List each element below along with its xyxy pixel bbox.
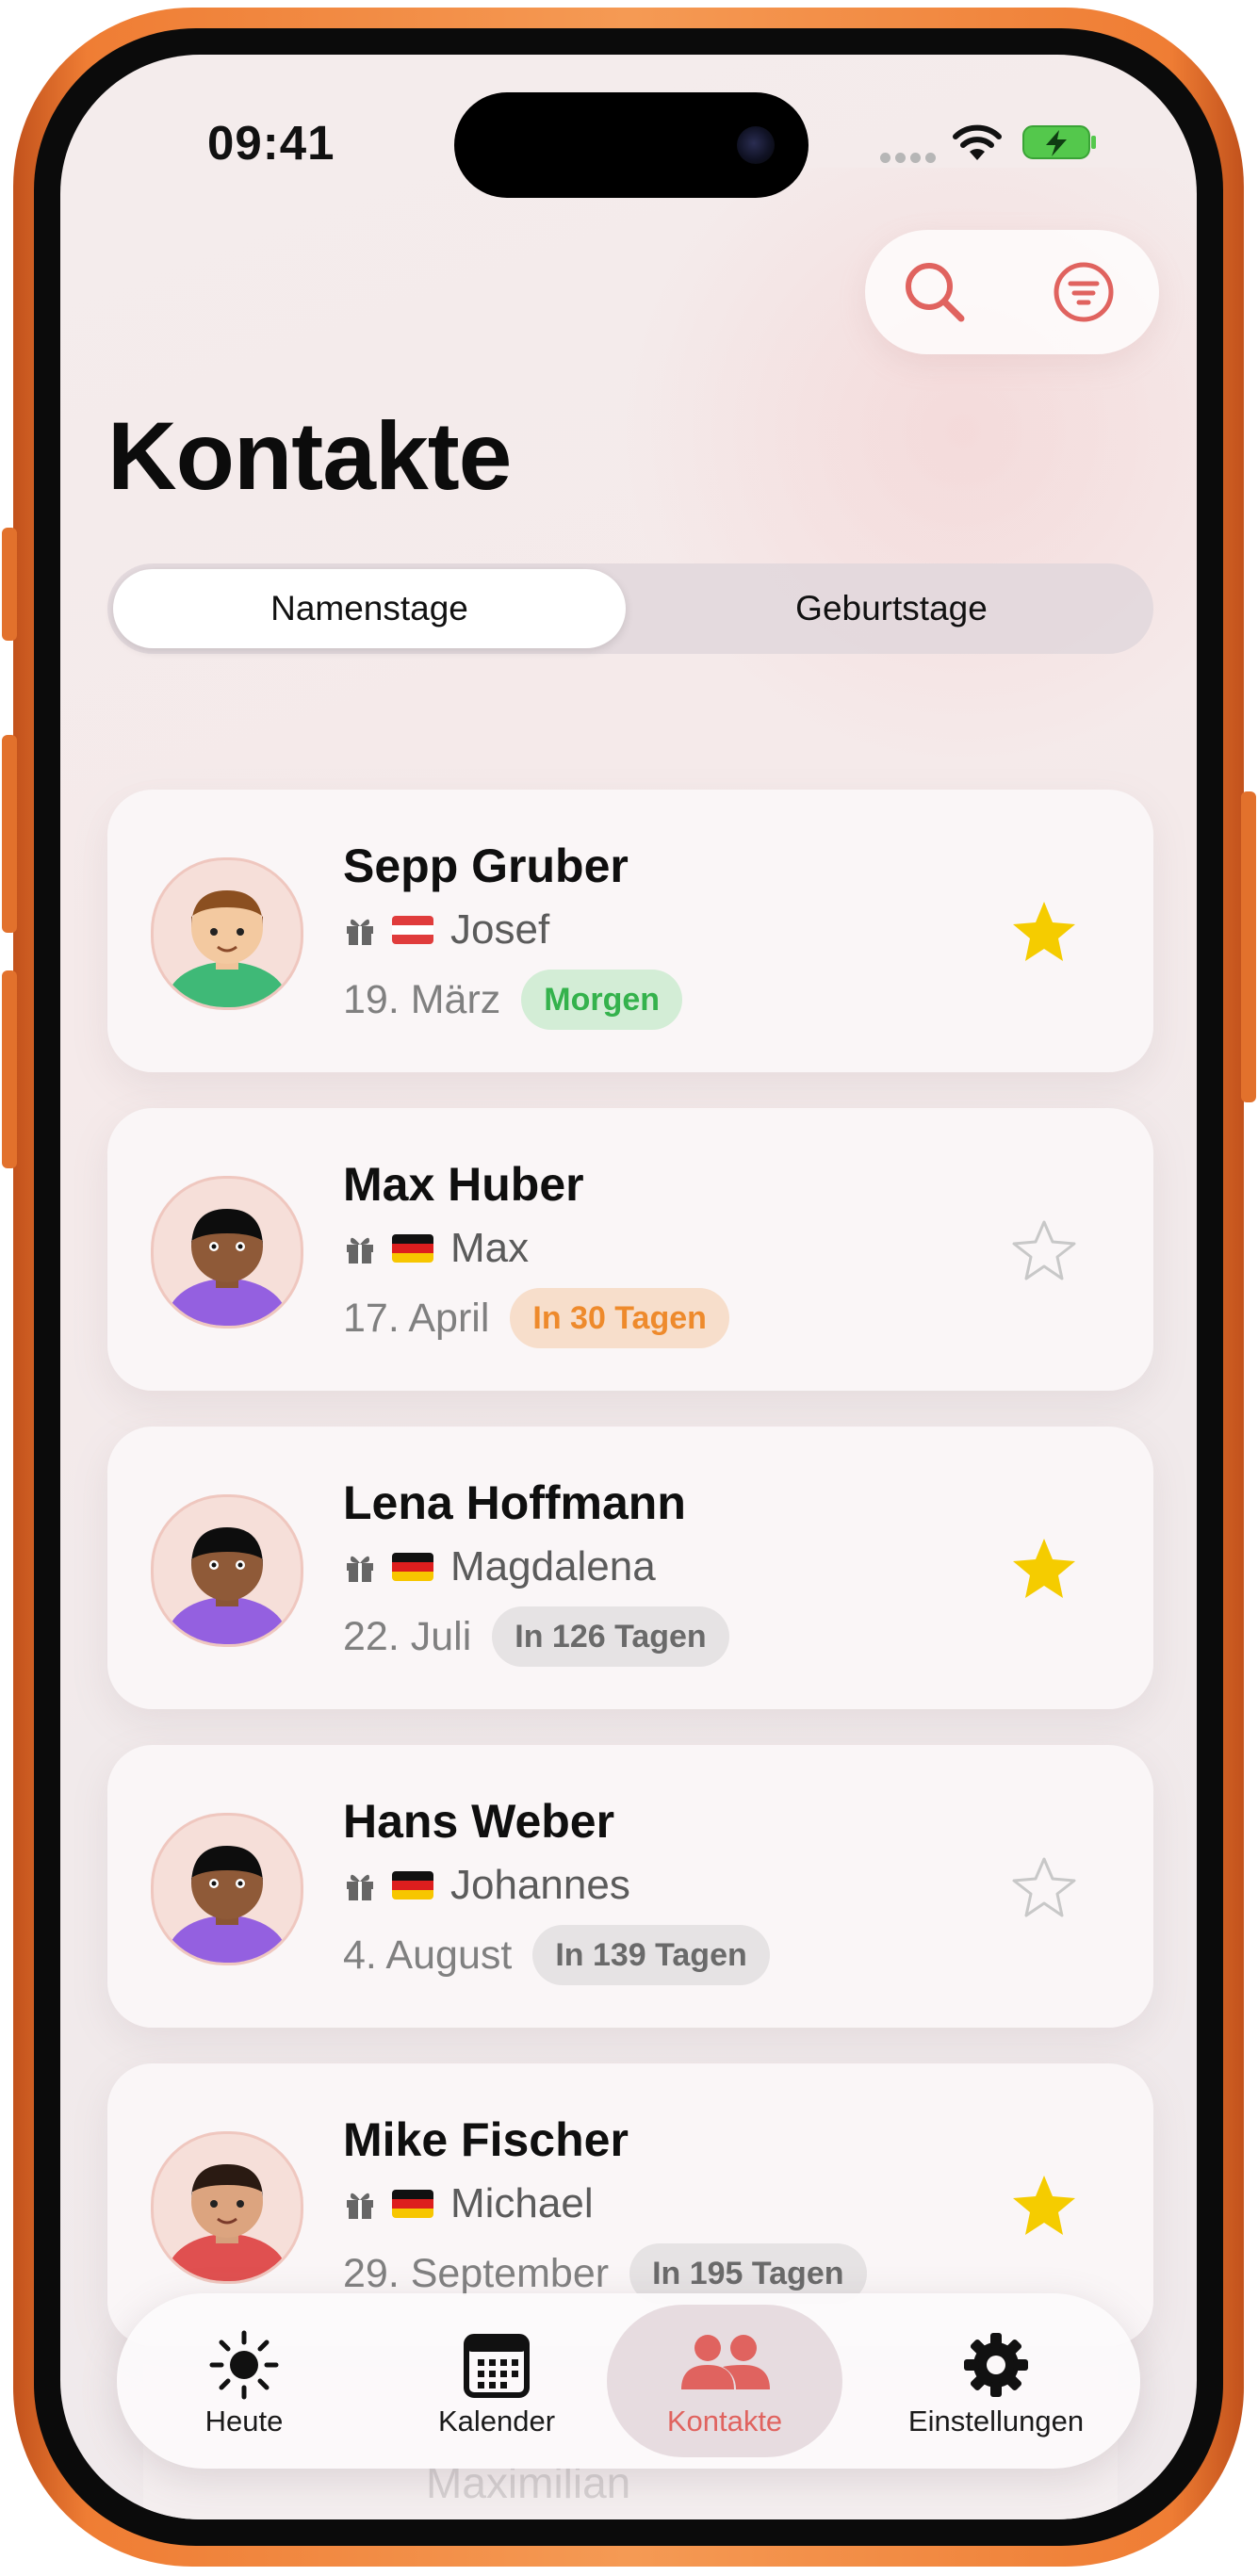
- contact-card[interactable]: Max Huber Max 17. April In 30 Tagen: [107, 1108, 1153, 1391]
- nameday-name: Johannes: [450, 1862, 630, 1908]
- calendar-icon: [464, 2334, 530, 2398]
- status-badge: In 30 Tagen: [510, 1288, 729, 1348]
- nameday-name: Max: [450, 1225, 530, 1271]
- volume-down-button: [2, 970, 17, 1168]
- contact-date: 19. März: [343, 976, 501, 1022]
- avatar: [151, 857, 303, 1010]
- tab-kontakte[interactable]: Kontakte: [607, 2305, 842, 2457]
- search-icon[interactable]: [897, 254, 972, 330]
- camera-icon: [737, 126, 775, 164]
- page-title: Kontakte: [107, 402, 512, 510]
- filter-icon[interactable]: [1046, 254, 1121, 330]
- contacts-icon: [681, 2335, 770, 2389]
- gear-icon: [964, 2333, 1028, 2397]
- segment-geburtstage[interactable]: Geburtstage: [635, 569, 1148, 648]
- status-time: 09:41: [207, 116, 335, 170]
- screen: 09:41 Kontakte Namenstage Geburtstage Ma…: [60, 55, 1197, 2519]
- action-button: [2, 528, 17, 641]
- contact-date: 29. September: [343, 2250, 610, 2296]
- volume-up-button: [2, 735, 17, 933]
- contact-name: Hans Weber: [343, 1795, 615, 1848]
- contact-card[interactable]: Sepp Gruber Josef 19. März Morgen: [107, 790, 1153, 1072]
- contact-date: 17. April: [343, 1295, 490, 1341]
- status-badge: In 139 Tagen: [532, 1925, 770, 1985]
- tab-label: Einstellungen: [907, 2405, 1085, 2437]
- contact-card[interactable]: Hans Weber Johannes 4. August In 139 Tag…: [107, 1745, 1153, 2028]
- segmented-control: Namenstage Geburtstage: [107, 563, 1153, 654]
- gift-icon: [347, 1874, 373, 1900]
- power-button: [1241, 791, 1256, 1102]
- contact-name: Max Huber: [343, 1158, 584, 1211]
- status-badge: In 126 Tagen: [492, 1606, 729, 1667]
- cellular-signal-icon: [880, 151, 940, 168]
- nameday-name: Josef: [450, 906, 550, 953]
- tab-einstellungen[interactable]: Einstellungen: [861, 2305, 1131, 2457]
- star-filled-icon[interactable]: [1010, 1535, 1078, 1603]
- tab-label: Heute: [204, 2405, 284, 2437]
- avatar: [151, 2131, 303, 2284]
- nameday-name: Magdalena: [450, 1543, 656, 1590]
- header-actions: [865, 230, 1159, 354]
- star-outline-icon[interactable]: [1010, 1853, 1078, 1921]
- avatar: [151, 1176, 303, 1329]
- avatar: [151, 1494, 303, 1647]
- tab-label: Kontakte: [666, 2405, 783, 2437]
- avatar: [151, 1813, 303, 1965]
- segment-namenstage[interactable]: Namenstage: [113, 569, 626, 648]
- dynamic-island: [454, 92, 809, 198]
- germany-flag-icon: [392, 2190, 433, 2218]
- austria-flag-icon: [392, 916, 433, 944]
- contact-date: 22. Juli: [343, 1613, 472, 1659]
- star-filled-icon[interactable]: [1010, 898, 1078, 966]
- star-filled-icon[interactable]: [1010, 2172, 1078, 2240]
- gift-icon: [347, 1556, 373, 1582]
- nameday-name: Michael: [450, 2180, 594, 2226]
- germany-flag-icon: [392, 1234, 433, 1263]
- germany-flag-icon: [392, 1553, 433, 1581]
- germany-flag-icon: [392, 1871, 433, 1899]
- contact-name: Sepp Gruber: [343, 840, 629, 892]
- wifi-icon: [953, 124, 1002, 160]
- contact-card[interactable]: Lena Hoffmann Magdalena 22. Juli In 126 …: [107, 1427, 1153, 1709]
- tab-heute[interactable]: Heute: [126, 2305, 362, 2457]
- tab-kalender[interactable]: Kalender: [379, 2305, 614, 2457]
- gift-icon: [347, 1237, 373, 1264]
- sun-icon: [209, 2330, 279, 2400]
- contact-date: 4. August: [343, 1932, 513, 1978]
- tab-bar: Heute Kalender Kontakte Einstellungen: [117, 2293, 1140, 2469]
- gift-icon: [347, 2193, 373, 2219]
- contact-name: Mike Fischer: [343, 2113, 629, 2166]
- tab-label: Kalender: [437, 2405, 556, 2437]
- contact-name: Lena Hoffmann: [343, 1476, 686, 1529]
- gift-icon: [347, 919, 373, 945]
- battery-charging-icon: [1022, 125, 1096, 159]
- star-outline-icon[interactable]: [1010, 1216, 1078, 1284]
- status-badge: Morgen: [521, 970, 683, 1030]
